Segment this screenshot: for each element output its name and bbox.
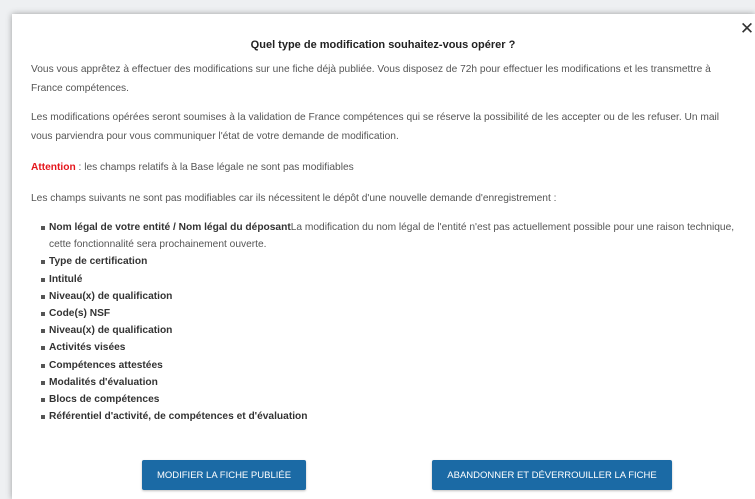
modification-dialog: ✕ Quel type de modification souhaitez-vo… [12,14,755,499]
field-label: Type de certification [49,256,148,268]
attention-label: Attention [31,162,76,173]
list-item: Code(s) NSF [41,305,735,322]
list-item: Niveau(x) de qualification [41,322,735,339]
list-item: Nom légal de votre entité / Nom légal du… [41,219,735,253]
list-item: Référentiel d'activité, de compétences e… [41,408,735,425]
list-item: Type de certification [41,253,735,270]
list-item: Blocs de compétences [41,391,735,408]
validation-paragraph: Les modifications opérées seront soumise… [31,112,720,142]
close-icon[interactable]: ✕ [739,20,755,38]
dialog-title: Quel type de modification souhaitez-vous… [250,39,516,51]
list-item: Compétences attestées [41,357,735,374]
field-label: Niveau(x) de qualification [49,290,173,302]
intro-paragraph: Vous vous apprêtez à effectuer des modif… [31,64,711,94]
modify-published-button[interactable]: MODIFIER LA FICHE PUBLIÉE [142,460,306,490]
field-label: Référentiel d'activité, de compétences e… [49,411,308,423]
list-item: Modalités d'évaluation [41,374,735,391]
field-label: Code(s) NSF [49,308,111,320]
field-label: Compétences attestées [49,359,163,371]
attention-text: : les champs relatifs à la Base légale n… [75,162,354,173]
list-item: Intitulé [41,271,735,288]
field-label: Blocs de compétences [49,394,160,406]
list-item: Activités visées [41,339,735,356]
field-label: Niveau(x) de qualification [49,325,173,337]
non-modifiable-fields-list: Nom légal de votre entité / Nom légal du… [31,219,735,425]
abandon-unlock-button[interactable]: ABANDONNER ET DÉVERROUILLER LA FICHE [432,460,672,490]
field-label: Modalités d'évaluation [49,376,158,388]
field-label: Nom légal de votre entité / Nom légal du… [49,222,291,233]
field-label: Activités visées [49,342,126,354]
field-label: Intitulé [49,273,83,285]
attention-paragraph: Attention : les champs relatifs à la Bas… [31,158,735,177]
non-modifiable-intro: Les champs suivants ne sont pas modifiab… [31,193,557,204]
list-item: Niveau(x) de qualification [41,288,735,305]
